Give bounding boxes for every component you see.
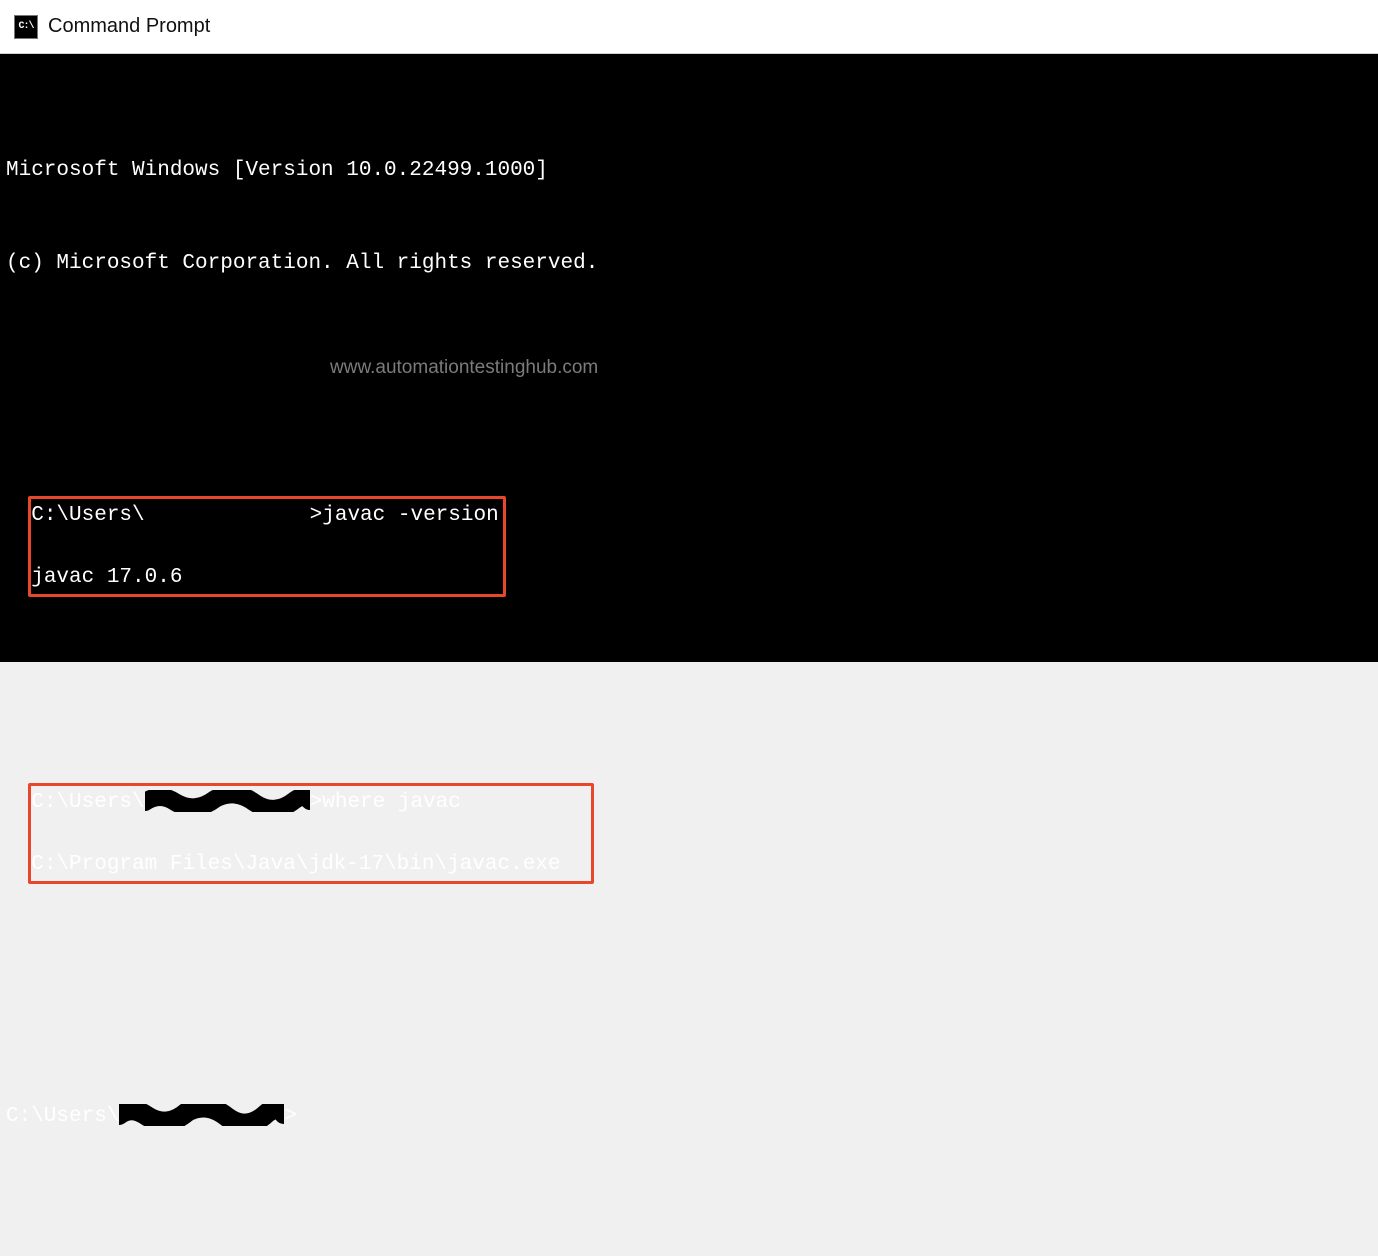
cmd2-pad [461, 791, 587, 814]
idle-prompt-suffix: > [284, 1105, 297, 1128]
terminal-output[interactable]: Microsoft Windows [Version 10.0.22499.10… [0, 54, 1378, 662]
watermark-text: www.automationtestinghub.com [330, 352, 598, 383]
blank-line [6, 372, 1378, 403]
idle-prompt-line: C:\Users\ > [6, 1101, 1378, 1132]
redacted-username-1 [145, 503, 310, 525]
highlight-box-2: C:\Users\ >where javac C:\Program Files\J… [28, 783, 594, 884]
window-title: Command Prompt [48, 15, 210, 38]
cmd2-output-line: C:\Program Files\Java\jdk-17\bin\javac.e… [31, 849, 587, 880]
cmd1-prompt-line: C:\Users\ >javac -version [31, 500, 498, 531]
cmd-icon: C:\ [14, 15, 38, 39]
blank-line [6, 946, 1378, 977]
blank-line [6, 659, 1378, 690]
idle-prompt-prefix: C:\Users\ [6, 1105, 119, 1128]
cmd1-prompt-suffix: > [310, 504, 323, 527]
cmd2-prompt-line: C:\Users\ >where javac [31, 787, 587, 818]
cmd1-output: javac 17.0.6 [31, 566, 182, 589]
cmd1-prompt-prefix: C:\Users\ [31, 504, 144, 527]
cmd1-output-line: javac 17.0.6 [31, 562, 498, 593]
header-line-1: Microsoft Windows [Version 10.0.22499.10… [6, 155, 1378, 186]
cmd2-prompt-suffix: > [310, 791, 323, 814]
cmd2-command: where javac [322, 791, 461, 814]
header-line-2: (c) Microsoft Corporation. All rights re… [6, 248, 1378, 279]
redacted-username-3 [119, 1104, 284, 1126]
cmd2-output: C:\Program Files\Java\jdk-17\bin\javac.e… [31, 853, 560, 876]
cmd2-prompt-prefix: C:\Users\ [31, 791, 144, 814]
redacted-username-2 [145, 790, 310, 812]
highlight-box-1: C:\Users\ >javac -version javac 17.0.6 [28, 496, 505, 597]
window-titlebar[interactable]: C:\ Command Prompt [0, 0, 1378, 54]
cmd1-command: javac -version [322, 504, 498, 527]
cmd1-pad [182, 566, 321, 589]
